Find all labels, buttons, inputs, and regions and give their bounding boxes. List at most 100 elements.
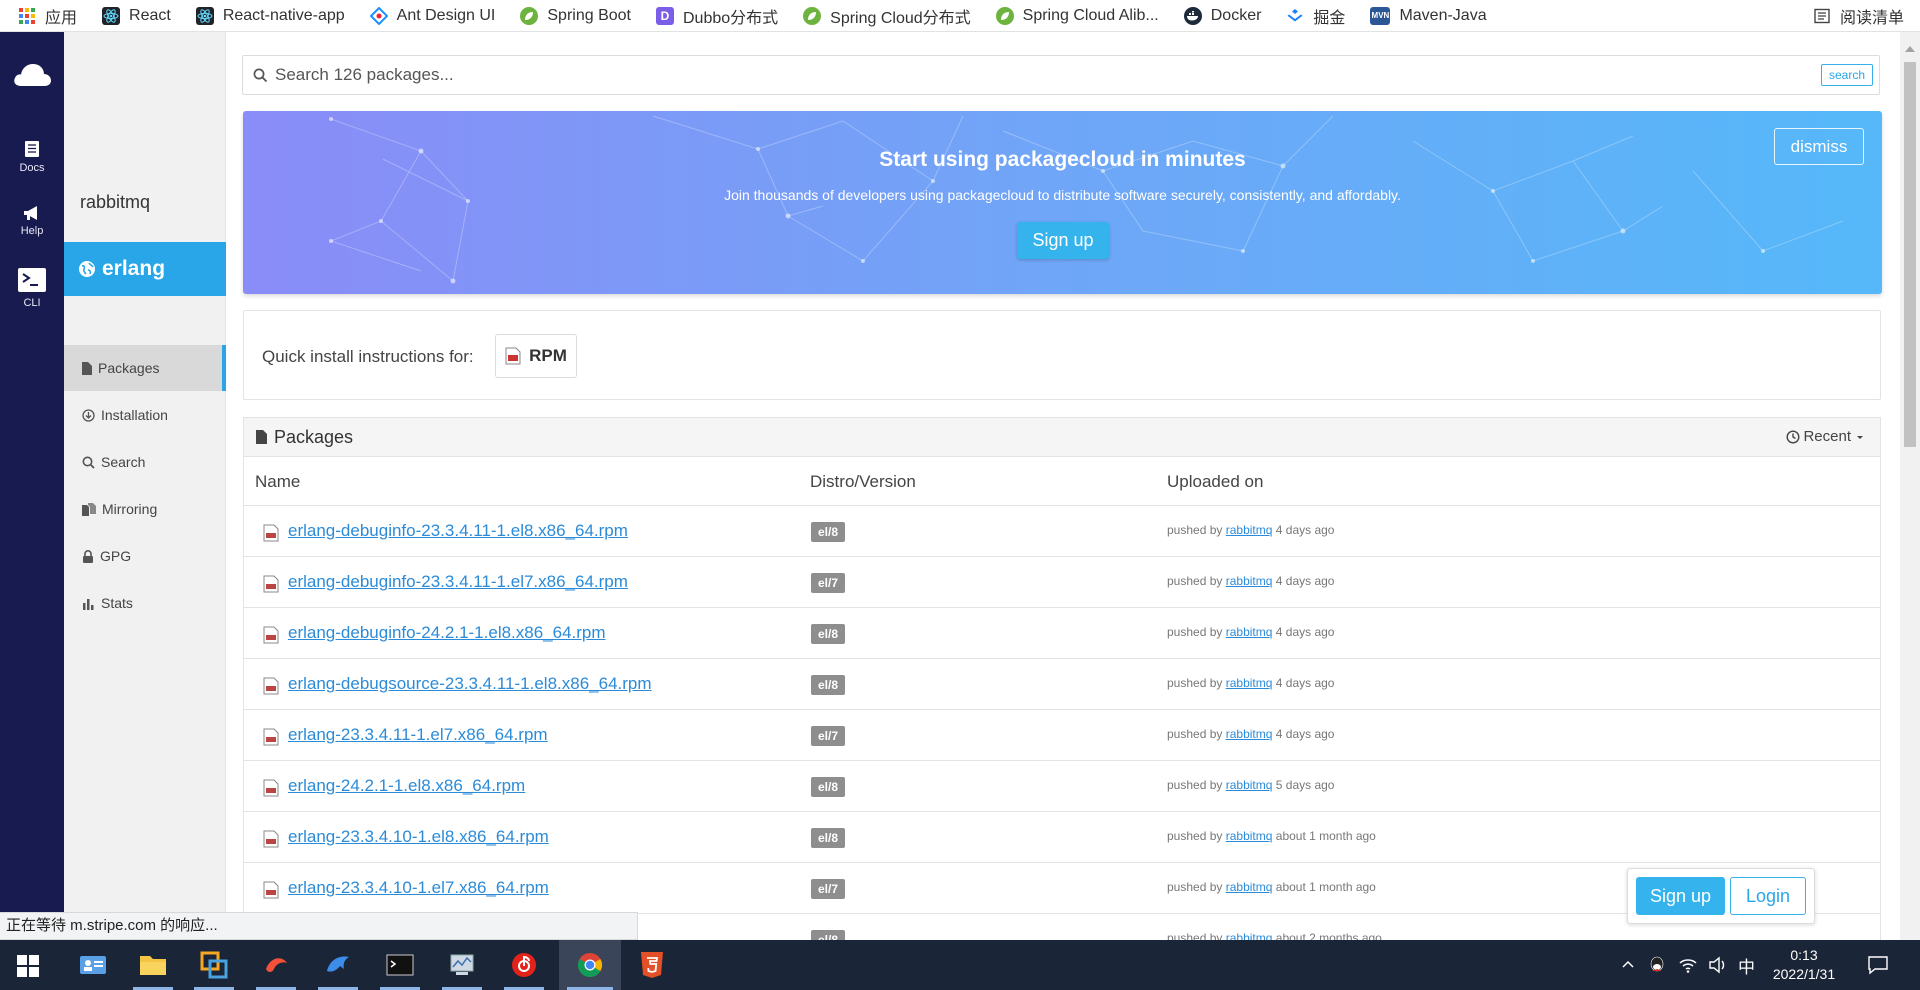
sidebar-item-installation[interactable]: Installation xyxy=(64,392,226,438)
taskbar-app-system[interactable] xyxy=(434,940,490,990)
column-name: Name xyxy=(255,472,301,491)
chrome-icon xyxy=(577,953,603,978)
package-search-bar: search xyxy=(242,55,1880,95)
uploader-link[interactable]: rabbitmq xyxy=(1226,625,1273,639)
rail-cli-label: CLI xyxy=(23,297,41,309)
uploader-link[interactable]: rabbitmq xyxy=(1226,829,1273,843)
distro-badge[interactable]: el/8 xyxy=(811,777,846,797)
sidebar-item-gpg[interactable]: GPG xyxy=(64,533,226,579)
sort-label: Recent xyxy=(1803,428,1851,445)
bookmark-spring-cloud-alibaba[interactable]: Spring Cloud Alib... xyxy=(995,6,1159,25)
bookmark-dubbo[interactable]: D Dubbo分布式 xyxy=(655,4,778,28)
taskbar-app-vmware[interactable] xyxy=(186,940,242,990)
taskbar-app-contacts[interactable] xyxy=(65,940,121,990)
taskbar-app-html5[interactable] xyxy=(624,940,680,990)
rail-docs-button[interactable]: Docs xyxy=(0,140,64,174)
taskbar-app-terminal[interactable] xyxy=(372,940,428,990)
search-button[interactable]: search xyxy=(1820,64,1873,86)
rail-cli-button[interactable]: CLI xyxy=(0,267,64,309)
uploader-link[interactable]: rabbitmq xyxy=(1226,727,1273,741)
search-icon xyxy=(82,456,95,469)
bookmark-spring-cloud[interactable]: Spring Cloud分布式 xyxy=(803,4,971,28)
package-link[interactable]: erlang-23.3.4.10-1.el8.x86_64.rpm xyxy=(288,827,549,847)
taskbar-app-swift[interactable] xyxy=(248,940,304,990)
distro-badge[interactable]: el/7 xyxy=(811,879,846,899)
taskbar-app-netease-music[interactable] xyxy=(496,940,552,990)
package-link[interactable]: erlang-24.2.1-1.el8.x86_64.rpm xyxy=(288,776,525,796)
bookmark-apps[interactable]: 应用 xyxy=(18,4,77,28)
sidebar-item-packages[interactable]: Packages xyxy=(64,345,226,391)
uploader-link[interactable]: rabbitmq xyxy=(1226,778,1273,792)
package-link[interactable]: erlang-debuginfo-23.3.4.11-1.el7.x86_64.… xyxy=(288,572,628,592)
distro-badge[interactable]: el/8 xyxy=(811,624,846,644)
uploader-link[interactable]: rabbitmq xyxy=(1226,574,1273,588)
pushed-by-text: pushed by rabbitmq 4 days ago xyxy=(1167,727,1334,741)
reading-list[interactable]: 阅读清单 xyxy=(1814,0,1904,32)
sidebar-item-search[interactable]: Search xyxy=(64,439,226,485)
pushed-by-text: pushed by rabbitmq 4 days ago xyxy=(1167,676,1334,690)
package-link[interactable]: erlang-debuginfo-24.2.1-1.el8.x86_64.rpm xyxy=(288,623,606,643)
qq-icon[interactable] xyxy=(1648,955,1666,975)
file-icon xyxy=(256,430,267,444)
distro-badge[interactable]: el/8 xyxy=(811,828,846,848)
distro-badge[interactable]: el/8 xyxy=(811,675,846,695)
taskbar-clock[interactable]: 0:13 2022/1/31 xyxy=(1762,946,1846,984)
bookmark-label: Spring Cloud分布式 xyxy=(830,9,971,27)
bookmark-spring-boot[interactable]: Spring Boot xyxy=(520,6,631,25)
cloud-logo-icon[interactable] xyxy=(12,62,52,88)
package-search-input[interactable] xyxy=(275,65,1821,85)
bookmark-react-native-app[interactable]: React-native-app xyxy=(195,6,345,25)
package-link[interactable]: erlang-23.3.4.11-1.el7.x86_64.rpm xyxy=(288,725,548,745)
banner-signup-button[interactable]: Sign up xyxy=(1017,222,1109,259)
taskbar-app-chrome[interactable] xyxy=(559,940,621,990)
rail-help-button[interactable]: Help xyxy=(0,205,64,237)
page-scrollbar[interactable] xyxy=(1900,32,1920,940)
taskbar-app-file-explorer[interactable] xyxy=(125,940,181,990)
tray-expand-icon[interactable] xyxy=(1620,957,1636,973)
floating-login-button[interactable]: Login xyxy=(1730,877,1806,915)
bookmark-juejin[interactable]: 掘金 xyxy=(1286,4,1345,28)
uploader-link[interactable]: rabbitmq xyxy=(1226,523,1273,537)
bookmark-ant-design[interactable]: Ant Design UI xyxy=(369,6,495,25)
scroll-thumb[interactable] xyxy=(1904,62,1916,447)
folder-icon xyxy=(140,956,166,975)
bookmark-maven-java[interactable]: MVN Maven-Java xyxy=(1370,6,1487,25)
package-link[interactable]: erlang-23.3.4.10-1.el7.x86_64.rpm xyxy=(288,878,549,898)
repo-tab-erlang[interactable]: erlang xyxy=(64,242,226,296)
rpm-file-icon xyxy=(263,626,279,644)
bookmark-docker[interactable]: Docker xyxy=(1183,6,1261,25)
windows-start-icon[interactable] xyxy=(17,955,39,977)
bookmark-react[interactable]: React xyxy=(102,6,171,25)
distro-badge[interactable]: el/7 xyxy=(811,573,846,593)
system-monitor-icon xyxy=(450,954,474,975)
distro-badge[interactable]: el/7 xyxy=(811,726,846,746)
sort-dropdown[interactable]: Recent xyxy=(1786,428,1868,445)
wifi-icon[interactable] xyxy=(1678,956,1698,974)
scroll-up-arrow-icon[interactable] xyxy=(1905,46,1915,52)
ime-indicator[interactable]: 中 xyxy=(1738,953,1755,978)
taskbar-app-dolphin[interactable] xyxy=(310,940,366,990)
volume-icon[interactable] xyxy=(1708,956,1728,974)
rpm-install-button[interactable]: RPM xyxy=(495,334,577,378)
terminal-icon xyxy=(18,268,46,292)
floating-signup-button[interactable]: Sign up xyxy=(1636,877,1725,915)
uploader-link[interactable]: rabbitmq xyxy=(1226,676,1273,690)
uploader-link[interactable]: rabbitmq xyxy=(1226,880,1273,894)
bookmarks-bar: 应用 React React-native-app Ant Design UI … xyxy=(0,0,1920,32)
sidebar-item-label: Search xyxy=(101,454,146,470)
notification-icon[interactable] xyxy=(1867,955,1889,975)
package-link[interactable]: erlang-debuginfo-23.3.4.11-1.el8.x86_64.… xyxy=(288,521,628,541)
table-row: erlang-24.2.1-1.el8.x86_64.rpm el/8 pushed… xyxy=(244,761,1880,812)
distro-badge[interactable]: el/8 xyxy=(811,522,846,542)
react-icon xyxy=(195,6,214,25)
packages-header: Packages Recent xyxy=(244,418,1880,457)
dolphin-icon xyxy=(327,956,349,972)
bookmark-label: Spring Boot xyxy=(547,6,631,24)
org-name[interactable]: rabbitmq xyxy=(80,192,150,213)
contact-card-icon xyxy=(80,956,106,974)
dismiss-button[interactable]: dismiss xyxy=(1774,128,1864,165)
sidebar-item-stats[interactable]: Stats xyxy=(64,580,226,626)
upload-time: 4 days ago xyxy=(1275,625,1335,639)
package-link[interactable]: erlang-debugsource-23.3.4.11-1.el8.x86_6… xyxy=(288,674,652,694)
sidebar-item-mirroring[interactable]: Mirroring xyxy=(64,486,226,532)
